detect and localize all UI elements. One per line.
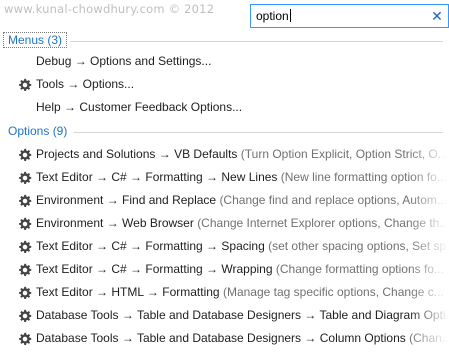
result-item[interactable]: Debug → Options and Settings... [0, 51, 449, 73]
text-fade-overlay [409, 213, 449, 235]
result-title: Environment → Web Browser [36, 216, 194, 230]
gear-icon [18, 332, 32, 346]
result-title: Text Editor → C# → Formatting → Wrapping [36, 262, 273, 276]
result-label: Database Tools → Table and Database Desi… [36, 308, 449, 322]
result-item[interactable]: Environment → Find and Replace (Change f… [0, 190, 449, 212]
text-fade-overlay [409, 236, 449, 258]
watermark: www.kunal-chowdhury.com © 2012 [4, 2, 215, 16]
result-item[interactable]: Text Editor → C# → Formatting → Wrapping… [0, 259, 449, 281]
text-fade-overlay [409, 167, 449, 189]
result-item[interactable]: Text Editor → C# → Formatting → Spacing … [0, 236, 449, 258]
result-item[interactable]: Database Tools → Table and Database Desi… [0, 328, 449, 350]
result-title: Database Tools → Table and Database Desi… [36, 308, 449, 322]
gear-icon [18, 171, 32, 185]
result-label: Database Tools → Table and Database Desi… [36, 331, 449, 345]
result-label: Projects and Solutions → VB Defaults (Tu… [36, 147, 448, 161]
result-label: Help → Customer Feedback Options... [36, 100, 242, 114]
result-title: Debug → Options and Settings... [36, 54, 212, 68]
result-title: Projects and Solutions → VB Defaults [36, 147, 238, 161]
result-item[interactable]: Environment → Web Browser (Change Intern… [0, 213, 449, 235]
result-item[interactable]: Help → Customer Feedback Options... [0, 97, 449, 119]
result-item[interactable]: Text Editor → C# → Formatting → New Line… [0, 167, 449, 189]
top-bar: www.kunal-chowdhury.com © 2012 option ✕ [0, 0, 449, 32]
result-title: Tools → Options... [36, 77, 135, 91]
text-fade-overlay [409, 305, 449, 327]
result-label: Text Editor → C# → Formatting → Wrapping… [36, 262, 444, 276]
text-fade-overlay [409, 144, 449, 166]
result-label: Environment → Find and Replace (Change f… [36, 193, 447, 207]
search-input[interactable]: option [256, 9, 291, 23]
gear-icon [18, 263, 32, 277]
result-label: Debug → Options and Settings... [36, 54, 211, 68]
search-results-dropdown: Menus (3) Debug → Options and Settings..… [0, 31, 449, 352]
result-label: Text Editor → HTML → Formatting (Manage … [36, 285, 444, 299]
section-header-options[interactable]: Options (9) [8, 124, 67, 138]
result-label: Environment → Web Browser (Change Intern… [36, 216, 449, 230]
gear-icon [18, 194, 32, 208]
gear-icon [18, 240, 32, 254]
result-title: Help → Customer Feedback Options... [36, 100, 243, 114]
result-item[interactable]: Text Editor → HTML → Formatting (Manage … [0, 282, 449, 304]
gear-icon [18, 78, 32, 92]
text-fade-overlay [409, 74, 449, 96]
result-title: Text Editor → C# → Formatting → Spacing [36, 239, 265, 253]
section-header-menus[interactable]: Menus (3) [2, 32, 68, 48]
gear-icon [18, 309, 32, 323]
result-item[interactable]: Projects and Solutions → VB Defaults (Tu… [0, 144, 449, 166]
text-fade-overlay [409, 282, 449, 304]
text-fade-overlay [409, 97, 449, 119]
gear-icon [18, 286, 32, 300]
result-label: Text Editor → C# → Formatting → New Line… [36, 170, 447, 184]
result-title: Text Editor → C# → Formatting → New Line… [36, 170, 278, 184]
result-title: Text Editor → HTML → Formatting [36, 285, 220, 299]
section-divider [70, 41, 443, 42]
close-icon[interactable]: ✕ [429, 6, 445, 26]
quick-launch-search-box[interactable]: option ✕ [250, 4, 449, 28]
gear-icon [18, 148, 32, 162]
text-caret [289, 9, 291, 22]
result-title: Environment → Find and Replace [36, 193, 217, 207]
result-label: Tools → Options... [36, 77, 134, 91]
section-divider [74, 132, 443, 133]
text-fade-overlay [409, 259, 449, 281]
result-label: Text Editor → C# → Formatting → Spacing … [36, 239, 449, 253]
text-fade-overlay [409, 328, 449, 350]
text-fade-overlay [409, 51, 449, 73]
result-item[interactable]: Tools → Options... [0, 74, 449, 96]
text-fade-overlay [409, 190, 449, 212]
gear-icon [18, 217, 32, 231]
result-item[interactable]: Database Tools → Table and Database Desi… [0, 305, 449, 327]
result-title: Database Tools → Table and Database Desi… [36, 331, 406, 345]
